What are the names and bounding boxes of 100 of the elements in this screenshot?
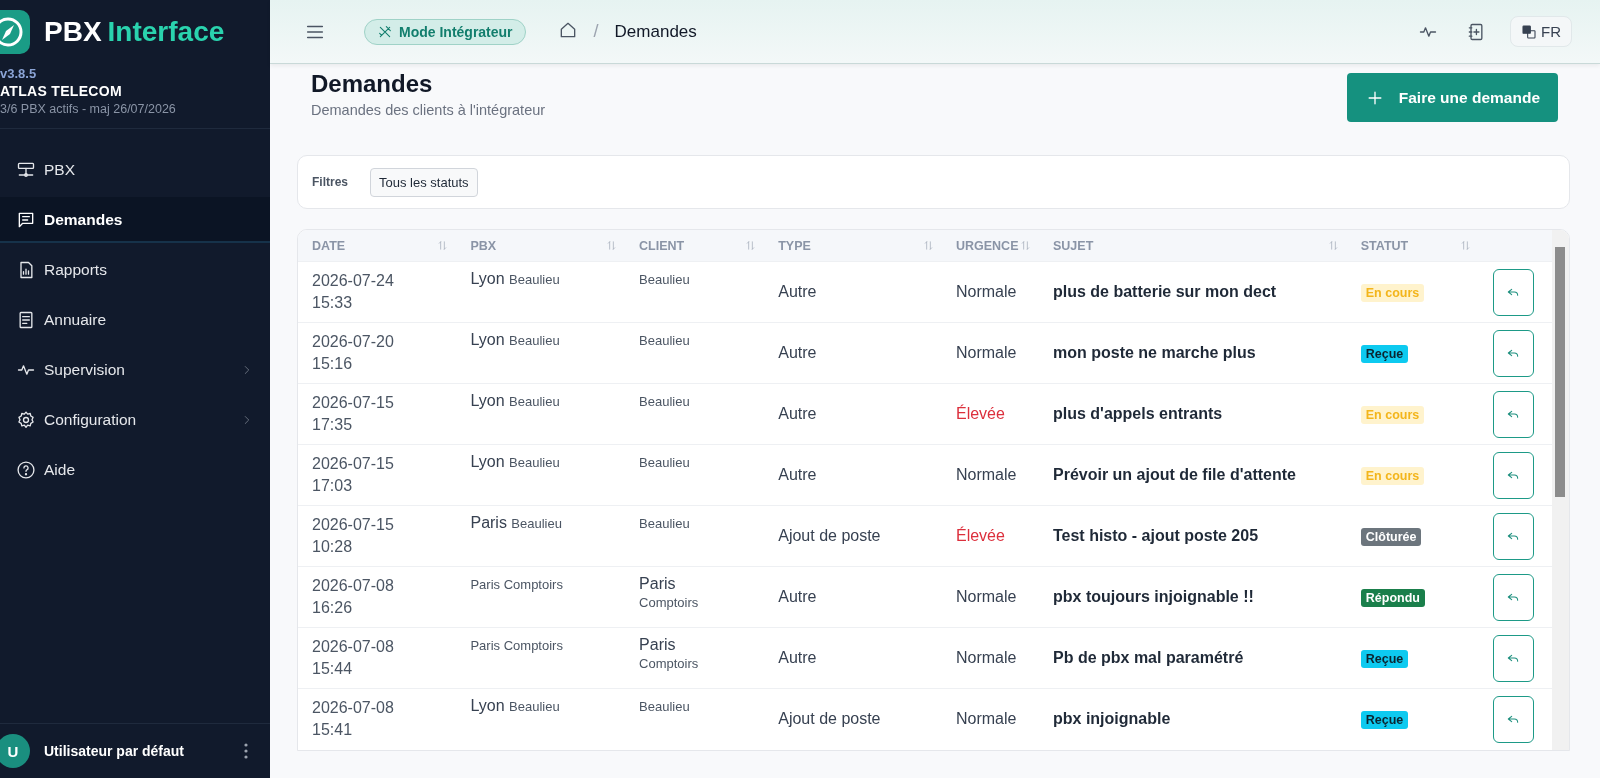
type-cell: Ajout de poste: [778, 527, 881, 544]
mode-badge[interactable]: Mode Intégrateur: [364, 18, 526, 45]
company-name: ATLAS TELECOM: [0, 83, 123, 99]
sidebar-item[interactable]: Aide: [0, 447, 270, 493]
new-request-button[interactable]: Faire une demande: [1346, 73, 1558, 122]
breadcrumb-separator: /: [593, 21, 599, 42]
reply-button[interactable]: [1492, 512, 1534, 560]
status-filter[interactable]: Tous les statuts: [370, 167, 478, 197]
sidebar-item[interactable]: PBX: [0, 147, 270, 193]
chat-icon: [16, 210, 36, 230]
pbx-name: Lyon: [470, 392, 505, 409]
subject-cell: pbx toujours injoignable !!: [1053, 588, 1254, 605]
sort-icon: [606, 240, 618, 251]
scrollbar-thumb[interactable]: [1555, 247, 1565, 497]
urgency-cell: Normale: [955, 588, 1017, 605]
status-badge: Reçue: [1360, 345, 1409, 363]
status-badge: Reçue: [1360, 711, 1409, 730]
urgency-cell: Élevée: [955, 527, 1005, 544]
subject-cell: Pb de pbx mal paramétré: [1053, 649, 1244, 666]
filters-label: Filtres: [312, 175, 348, 189]
status-badge: Répondu: [1360, 589, 1425, 607]
type-cell: Autre: [778, 283, 817, 300]
pbx-summary: 3/6 PBX actifs - maj 26/07/2026: [0, 102, 177, 116]
site-name: Comptoirs: [639, 656, 700, 671]
reply-button[interactable]: [1492, 268, 1534, 316]
sidebar-item[interactable]: Rapports: [0, 247, 270, 293]
subject-cell: plus d'appels entrants: [1053, 405, 1223, 422]
site-name: Beaulieu: [639, 699, 691, 714]
more-icon[interactable]: [244, 743, 248, 759]
date-cell-text: 2026-07-08 16:26: [312, 576, 395, 618]
site-name: Beaulieu: [511, 516, 562, 531]
sidebar-item[interactable]: Configuration: [0, 397, 270, 443]
date-cell-text: 2026-07-24 15:33: [312, 271, 395, 313]
urgency-cell: Normale: [955, 649, 1017, 666]
subject-cell: Prévoir un ajout de file d'attente: [1053, 466, 1296, 483]
subject-cell: plus de batterie sur mon dect: [1053, 283, 1277, 300]
sort-icon: [1459, 240, 1471, 251]
client-name: Paris: [639, 575, 676, 592]
site-name: Beaulieu: [509, 333, 560, 348]
urgency-cell: Normale: [955, 283, 1017, 300]
status-badge: Clôturée: [1360, 528, 1422, 546]
status-badge: Reçue: [1360, 650, 1409, 668]
client-name: Paris: [639, 636, 676, 653]
site-name: Beaulieu: [639, 272, 691, 287]
pbx-name: Paris: [470, 514, 507, 531]
status-badge: En cours: [1360, 284, 1425, 302]
urgency-cell: Élevée: [955, 405, 1005, 422]
translate-icon: [1521, 23, 1537, 40]
sort-icon: [1327, 240, 1339, 251]
server-icon: [16, 160, 36, 180]
site-name: Beaulieu: [639, 333, 691, 348]
date-cell-text: 2026-07-15 17:03: [312, 454, 395, 496]
date-cell-text: 2026-07-08 15:41: [312, 698, 395, 741]
help-icon: [16, 460, 36, 480]
site-name: Beaulieu: [509, 699, 560, 714]
breadcrumb-current: Demandes: [614, 21, 697, 42]
status-badge: En cours: [1360, 406, 1425, 424]
reply-button[interactable]: [1492, 634, 1534, 682]
pbx-name: Lyon: [470, 697, 505, 714]
type-cell: Autre: [778, 405, 817, 422]
site-name: Beaulieu: [509, 455, 560, 470]
status-badge: En cours: [1360, 467, 1425, 485]
reply-button[interactable]: [1492, 390, 1534, 438]
urgency-cell: Normale: [955, 466, 1017, 483]
app-name: PBX: [44, 16, 102, 48]
user-avatar: U: [0, 734, 30, 768]
site-name: Beaulieu: [509, 272, 560, 287]
page-subtitle: Demandes des clients à l'intégrateur: [311, 102, 546, 118]
type-cell: Autre: [778, 588, 817, 605]
type-cell: Autre: [778, 466, 817, 483]
app-name-suffix: Interface: [107, 16, 225, 48]
site-name: Beaulieu: [509, 394, 560, 409]
reply-button[interactable]: [1492, 329, 1534, 377]
pbx-name: Lyon: [470, 453, 505, 470]
type-cell: Autre: [778, 649, 817, 666]
version-label: v3.8.5: [0, 66, 38, 81]
date-cell-text: 2026-07-15 10:28: [312, 515, 395, 557]
reply-button[interactable]: [1492, 695, 1534, 743]
pbx-name: Lyon: [470, 270, 505, 287]
sidebar-item[interactable]: Annuaire: [0, 297, 270, 343]
sidebar-item[interactable]: Supervision: [0, 347, 270, 393]
user-name: Utilisateur par défaut: [44, 743, 186, 759]
settings-icon: [16, 410, 36, 430]
language-button[interactable]: FR: [1510, 16, 1572, 47]
tools-icon: [377, 23, 393, 40]
reply-button[interactable]: [1492, 573, 1534, 621]
subject-cell: Test histo - ajout poste 205: [1053, 527, 1259, 544]
sort-icon: [437, 240, 449, 251]
site-name: Beaulieu: [639, 394, 691, 409]
urgency-cell: Normale: [955, 710, 1017, 728]
type-cell: Ajout de poste: [778, 710, 881, 728]
site-name: Comptoirs: [639, 595, 700, 610]
notebook-plus-icon: [1466, 21, 1486, 42]
sidebar-item[interactable]: Demandes: [0, 197, 270, 243]
subject-cell: mon poste ne marche plus: [1053, 344, 1256, 361]
site-name: Beaulieu: [639, 455, 691, 470]
reply-button[interactable]: [1492, 451, 1534, 499]
sort-icon: [745, 240, 757, 251]
site-name: Paris Comptoirs: [470, 638, 564, 653]
pbx-name: Lyon: [470, 331, 505, 348]
